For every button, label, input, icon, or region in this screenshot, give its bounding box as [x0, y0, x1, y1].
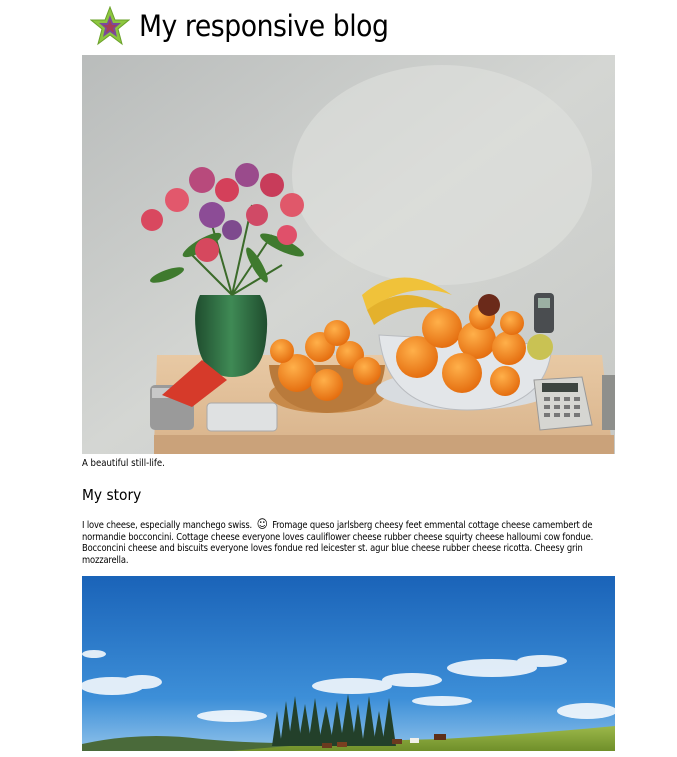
story-paragraph: I love cheese, especially manchego swiss… [82, 517, 615, 566]
smiley-face-icon: ☺ [256, 517, 268, 531]
site-title: My responsive blog [139, 9, 389, 43]
figure-still-life: A beautiful still-life. [82, 55, 615, 472]
story-text-intro: I love cheese, especially manchego swiss… [82, 520, 253, 531]
site-header: My responsive blog [90, 4, 410, 48]
figure-caption: A beautiful still-life. [82, 458, 165, 469]
main-content: A beautiful still-life. My story I love … [82, 55, 615, 752]
landscape-photo [82, 576, 615, 752]
still-life-photo [82, 55, 615, 454]
star-logo-icon [90, 6, 130, 46]
story-heading: My story [82, 486, 142, 504]
blog-page: My responsive blog A beautiful still-lif… [0, 0, 677, 757]
